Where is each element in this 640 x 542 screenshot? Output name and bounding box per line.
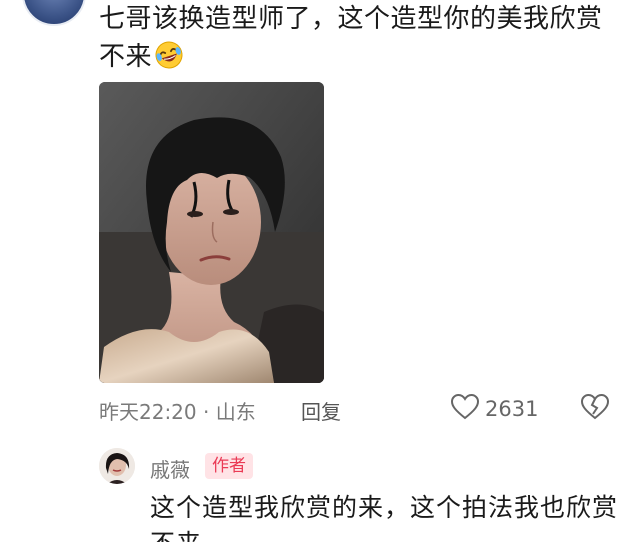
author-badge: 作者 [205, 453, 253, 479]
comment-photo[interactable] [99, 82, 324, 383]
like-count: 2631 [485, 397, 539, 421]
heart-icon [450, 393, 480, 425]
comment-time-location: 昨天22:20 · 山东 [99, 400, 256, 424]
comment-thread: 七哥该换造型师了，这个造型你的美我欣赏不来 昨天22:20 · 山东 回复 26… [0, 0, 640, 542]
reply-author-name[interactable]: 戚薇 [150, 454, 190, 483]
reply-button[interactable]: 回复 [301, 396, 341, 425]
reply-author-avatar[interactable] [99, 448, 135, 484]
reply-body: 这个造型我欣赏的来，这个拍法我也欣赏不来 [150, 493, 619, 542]
broken-heart-icon[interactable] [580, 393, 610, 422]
comment-meta: 昨天22:20 · 山东 回复 2631 [99, 393, 619, 426]
commenter-avatar[interactable] [22, 0, 86, 26]
comment-body: 七哥该换造型师了，这个造型你的美我欣赏不来 [99, 0, 619, 76]
laughing-crying-emoji-icon [154, 40, 184, 70]
like-button[interactable]: 2631 [450, 393, 539, 425]
